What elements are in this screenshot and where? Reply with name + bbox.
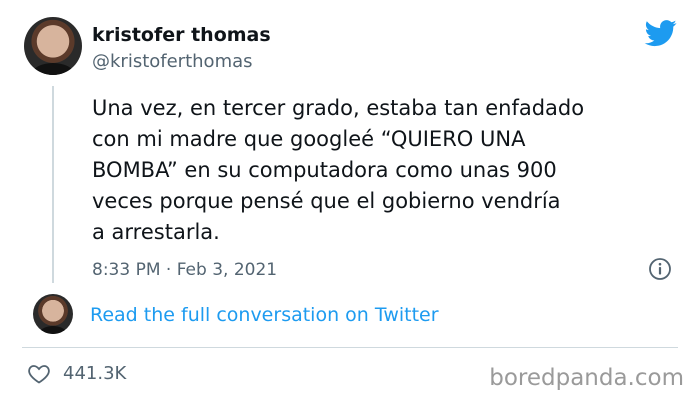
tweet-card: kristofer thomas @kristoferthomas Una ve… [0,0,700,400]
author-name[interactable]: kristofer thomas [92,24,271,46]
tweet-text: Una vez, en tercer grado, estaba tan enf… [92,93,652,248]
tweet-text-line: Una vez, en tercer grado, estaba tan enf… [92,96,585,120]
thread-line [52,86,54,283]
tweet-text-line: veces porque pensé que el gobierno vendr… [92,189,561,213]
author-handle[interactable]: @kristoferthomas [92,51,253,72]
read-conversation-link[interactable]: Read the full conversation on Twitter [90,304,439,326]
info-icon[interactable] [648,257,672,281]
watermark: boredpanda.com [489,365,684,391]
tweet-text-line: a arrestarla. [92,220,220,244]
heart-icon[interactable] [26,362,52,386]
tweet-text-line: BOMBA” en su computadora como unas 900 [92,158,557,182]
reply-avatar[interactable] [33,294,73,334]
tweet-text-line: con mi madre que googleé “QUIERO UNA [92,127,526,151]
divider [22,347,678,348]
like-count[interactable]: 441.3K [63,363,126,384]
author-avatar[interactable] [24,17,82,75]
twitter-bird-icon[interactable] [643,17,679,49]
tweet-timestamp[interactable]: 8:33 PM · Feb 3, 2021 [92,260,277,280]
